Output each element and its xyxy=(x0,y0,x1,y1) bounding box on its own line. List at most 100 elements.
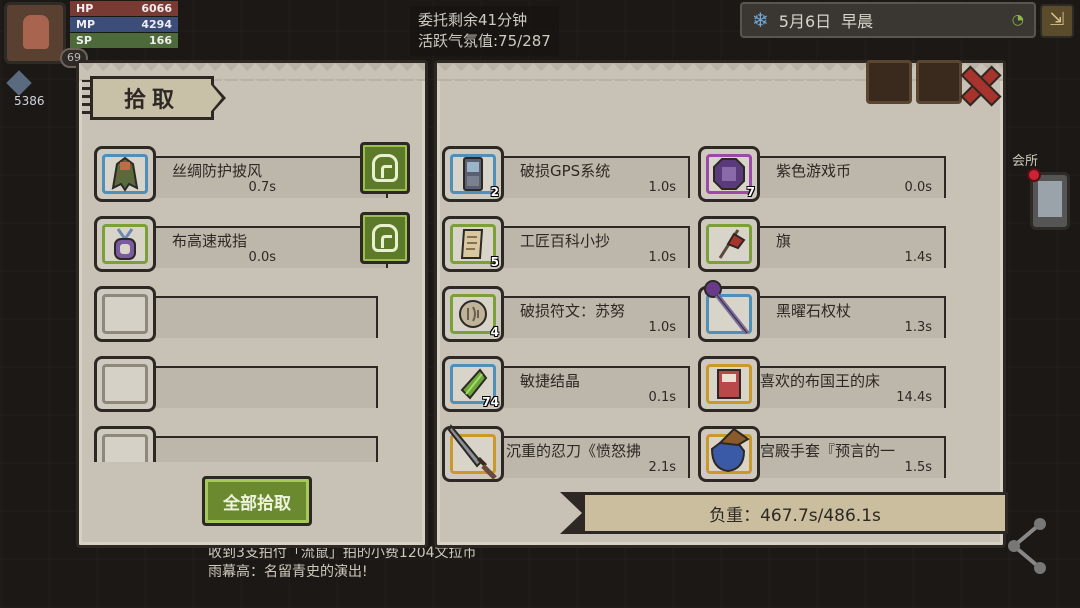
pickup-row[interactable]: 丝绸防护披风 0.7s xyxy=(94,142,410,202)
loot-item[interactable]: 喜欢的布国王的床 14.4s xyxy=(698,356,946,412)
item-slot[interactable] xyxy=(698,280,760,342)
rune-icon xyxy=(459,300,487,328)
item-info: 宫殿手套『预言的一 1.5s xyxy=(756,436,946,478)
loot-item[interactable]: 宫殿手套『预言的一 1.5s xyxy=(698,426,946,482)
weight-text: 负重：467.7s/486.1s xyxy=(582,492,1008,534)
slot-frame xyxy=(102,364,148,404)
player-avatar[interactable] xyxy=(4,2,66,64)
sword-icon xyxy=(447,424,497,480)
pickup-title-tag: 拾取 xyxy=(78,72,228,124)
item-name: 沉重的忍刀《愤怒拂 xyxy=(506,442,642,460)
item-slot[interactable] xyxy=(698,216,760,272)
guild-label: 会所 xyxy=(1012,154,1039,169)
hand-icon xyxy=(372,154,398,182)
item-name: 丝绸防护披风 xyxy=(172,162,263,180)
item-name: 布高速戒指 xyxy=(172,232,248,250)
item-info: 破损GPS系统 1.0s xyxy=(500,156,690,198)
pick-all-button[interactable]: 全部拾取 xyxy=(202,476,312,526)
hp-bar: HP 6066 xyxy=(70,1,178,16)
exit-icon[interactable]: ⇲ xyxy=(1040,4,1074,38)
time-of-day: 早晨 xyxy=(841,12,874,31)
item-time: 1.0s xyxy=(648,320,676,335)
chat-line: 雨幕高：名留青史的演出! xyxy=(208,564,368,580)
banner-tail xyxy=(560,492,582,534)
item-slot[interactable] xyxy=(94,216,156,272)
glove-icon xyxy=(710,427,750,473)
hp-value: 6066 xyxy=(141,2,172,15)
tag-tip-inner xyxy=(208,81,222,115)
loot-item[interactable]: 紫色游戏币 0.0s 7 xyxy=(698,146,946,202)
item-slot[interactable]: 74 xyxy=(442,356,504,412)
mp-bar: MP 4294 xyxy=(70,17,178,32)
item-slot[interactable] xyxy=(698,356,760,412)
item-time: 0.0s xyxy=(904,180,932,195)
quest-activity: 活跃气氛值:75/287 xyxy=(418,32,551,50)
date-bar: ❄ 5月6日 早晨 ◔ xyxy=(740,2,1036,38)
item-time: 0.0s xyxy=(248,250,276,265)
item-info xyxy=(152,366,378,408)
item-name: 敏捷结晶 xyxy=(520,372,581,390)
item-info: 敏捷结晶 0.1s xyxy=(500,366,690,408)
hp-label: HP xyxy=(76,2,94,15)
sp-value: 166 xyxy=(149,34,172,47)
item-info: 沉重的忍刀《愤怒拂 2.1s xyxy=(500,436,690,478)
item-name: 破损GPS系统 xyxy=(520,162,611,180)
item-slot[interactable]: 4 xyxy=(442,286,504,342)
item-name: 工匠百科小抄 xyxy=(520,232,611,250)
item-info: 旗 1.4s xyxy=(756,226,946,268)
pickup-row-empty xyxy=(94,426,378,462)
bed-icon xyxy=(717,369,741,399)
pickup-title: 拾取 xyxy=(90,76,214,120)
item-time: 1.0s xyxy=(648,250,676,265)
item-count: 5 xyxy=(490,255,499,269)
item-slot[interactable]: 7 xyxy=(698,146,760,202)
item-name: 破损符文：苏努 xyxy=(520,302,626,320)
item-slot-empty xyxy=(94,356,156,412)
item-slot[interactable] xyxy=(94,146,156,202)
item-time: 1.3s xyxy=(904,320,932,335)
item-time: 0.7s xyxy=(248,180,276,195)
pickup-row[interactable]: 布高速戒指 0.0s xyxy=(94,212,410,272)
loot-item[interactable]: 黑曜石权杖 1.3s xyxy=(698,280,946,342)
date-text: 5月6日 xyxy=(778,12,832,31)
trophy-icon[interactable] xyxy=(866,60,912,104)
item-count: 7 xyxy=(746,185,755,199)
slot-frame xyxy=(102,434,148,462)
item-info: 丝绸防护披风 0.7s xyxy=(152,156,388,198)
loot-item[interactable]: 工匠百科小抄 1.0s 5 xyxy=(442,216,690,272)
wifi-icon: ◔ xyxy=(1011,12,1024,28)
loot-item[interactable]: 破损符文：苏努 1.0s 4 xyxy=(442,286,690,342)
item-info: 黑曜石权杖 1.3s xyxy=(756,296,946,338)
close-icon[interactable] xyxy=(956,62,1000,106)
item-info xyxy=(152,436,378,462)
item-info: 工匠百科小抄 1.0s xyxy=(500,226,690,268)
item-info xyxy=(152,296,378,338)
loot-item[interactable]: 破损GPS系统 1.0s 2 xyxy=(442,146,690,202)
item-slot[interactable] xyxy=(442,424,504,482)
loot-item[interactable]: 敏捷结晶 0.1s 74 xyxy=(442,356,690,412)
snowflake-icon: ❄ xyxy=(752,8,769,32)
notification-dot xyxy=(1027,168,1041,182)
pickup-hand-button[interactable] xyxy=(360,142,410,194)
loot-item[interactable]: 沉重的忍刀《愤怒拂 2.1s xyxy=(442,424,690,482)
share-icon[interactable] xyxy=(1000,512,1060,580)
slot-frame xyxy=(102,294,148,334)
scepter-icon xyxy=(704,280,749,335)
item-slot[interactable]: 5 xyxy=(442,216,504,272)
item-time: 14.4s xyxy=(896,390,932,405)
mp-value: 4294 xyxy=(141,18,172,31)
pickup-row-empty xyxy=(94,286,378,342)
loot-item[interactable]: 旗 1.4s xyxy=(698,216,946,272)
pickup-hand-button[interactable] xyxy=(360,212,410,264)
item-time: 2.1s xyxy=(648,460,676,475)
ring-icon xyxy=(114,228,136,260)
item-info: 喜欢的布国王的床 14.4s xyxy=(756,366,946,408)
item-slot-empty xyxy=(94,286,156,342)
item-slot[interactable]: 2 xyxy=(442,146,504,202)
item-time: 1.4s xyxy=(904,250,932,265)
flag-icon xyxy=(718,229,746,259)
item-name: 喜欢的布国王的床 xyxy=(760,372,881,390)
item-slot[interactable] xyxy=(698,426,760,482)
item-name: 宫殿手套『预言的一 xyxy=(760,442,896,460)
scroll-icon xyxy=(460,229,484,259)
